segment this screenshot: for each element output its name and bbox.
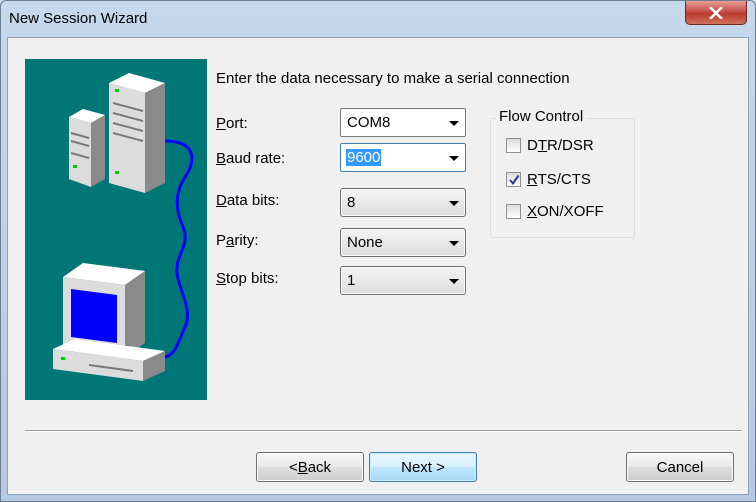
data-bits-select[interactable]: 8 — [340, 188, 466, 217]
chevron-down-icon — [449, 279, 459, 284]
baud-rate-label: Baud rate: — [216, 150, 286, 167]
data-bits-label: Data bits: — [216, 192, 280, 209]
window-title: New Session Wizard — [9, 10, 148, 27]
chevron-down-icon — [449, 156, 459, 161]
xon-xoff-label: XON/XOFF — [527, 202, 604, 220]
wizard-content: Enter the data necessary to make a seria… — [7, 37, 749, 495]
port-value: COM8 — [347, 114, 391, 131]
large-server-icon — [109, 73, 165, 193]
xon-xoff-checkbox[interactable]: XON/XOFF — [506, 201, 604, 221]
back-button[interactable]: < Back — [256, 452, 364, 482]
instruction-text: Enter the data necessary to make a seria… — [216, 70, 570, 87]
parity-select[interactable]: None — [340, 228, 466, 257]
chevron-down-icon — [449, 121, 459, 126]
baud-rate-value[interactable]: 9600 — [346, 149, 382, 166]
port-label: Port: — [216, 115, 248, 132]
chevron-down-icon — [449, 241, 459, 246]
port-select[interactable]: COM8 — [340, 108, 466, 137]
button-separator — [25, 430, 742, 432]
wizard-window: New Session Wizard Enter the data necess… — [0, 0, 756, 502]
small-server-icon — [69, 109, 105, 187]
data-bits-value: 8 — [347, 194, 356, 211]
parity-value: None — [347, 234, 383, 251]
dtr-dsr-label: DTR/DSR — [527, 136, 594, 154]
computer-icon — [53, 263, 165, 381]
flow-control-title: Flow Control — [496, 108, 587, 125]
chevron-down-icon — [449, 201, 459, 206]
stop-bits-value: 1 — [347, 272, 356, 289]
stop-bits-label: Stop bits: — [216, 270, 279, 287]
checkmark-icon — [509, 174, 520, 185]
serial-connection-illustration — [25, 59, 207, 400]
cancel-button[interactable]: Cancel — [626, 452, 734, 482]
rts-cts-label: RTS/CTS — [527, 170, 591, 188]
title-bar[interactable]: New Session Wizard — [1, 1, 755, 37]
next-button[interactable]: Next > — [369, 452, 477, 482]
close-icon — [709, 6, 723, 19]
checkbox-box[interactable] — [506, 171, 521, 187]
baud-rate-combobox[interactable]: 9600 — [340, 143, 466, 172]
parity-label: Parity: — [216, 232, 259, 249]
dtr-dsr-checkbox[interactable]: DTR/DSR — [506, 135, 594, 155]
stop-bits-select[interactable]: 1 — [340, 266, 466, 295]
rts-cts-checkbox[interactable]: RTS/CTS — [506, 169, 591, 189]
checkbox-box[interactable] — [506, 137, 521, 153]
checkbox-box[interactable] — [506, 203, 521, 219]
close-button[interactable] — [685, 1, 747, 25]
